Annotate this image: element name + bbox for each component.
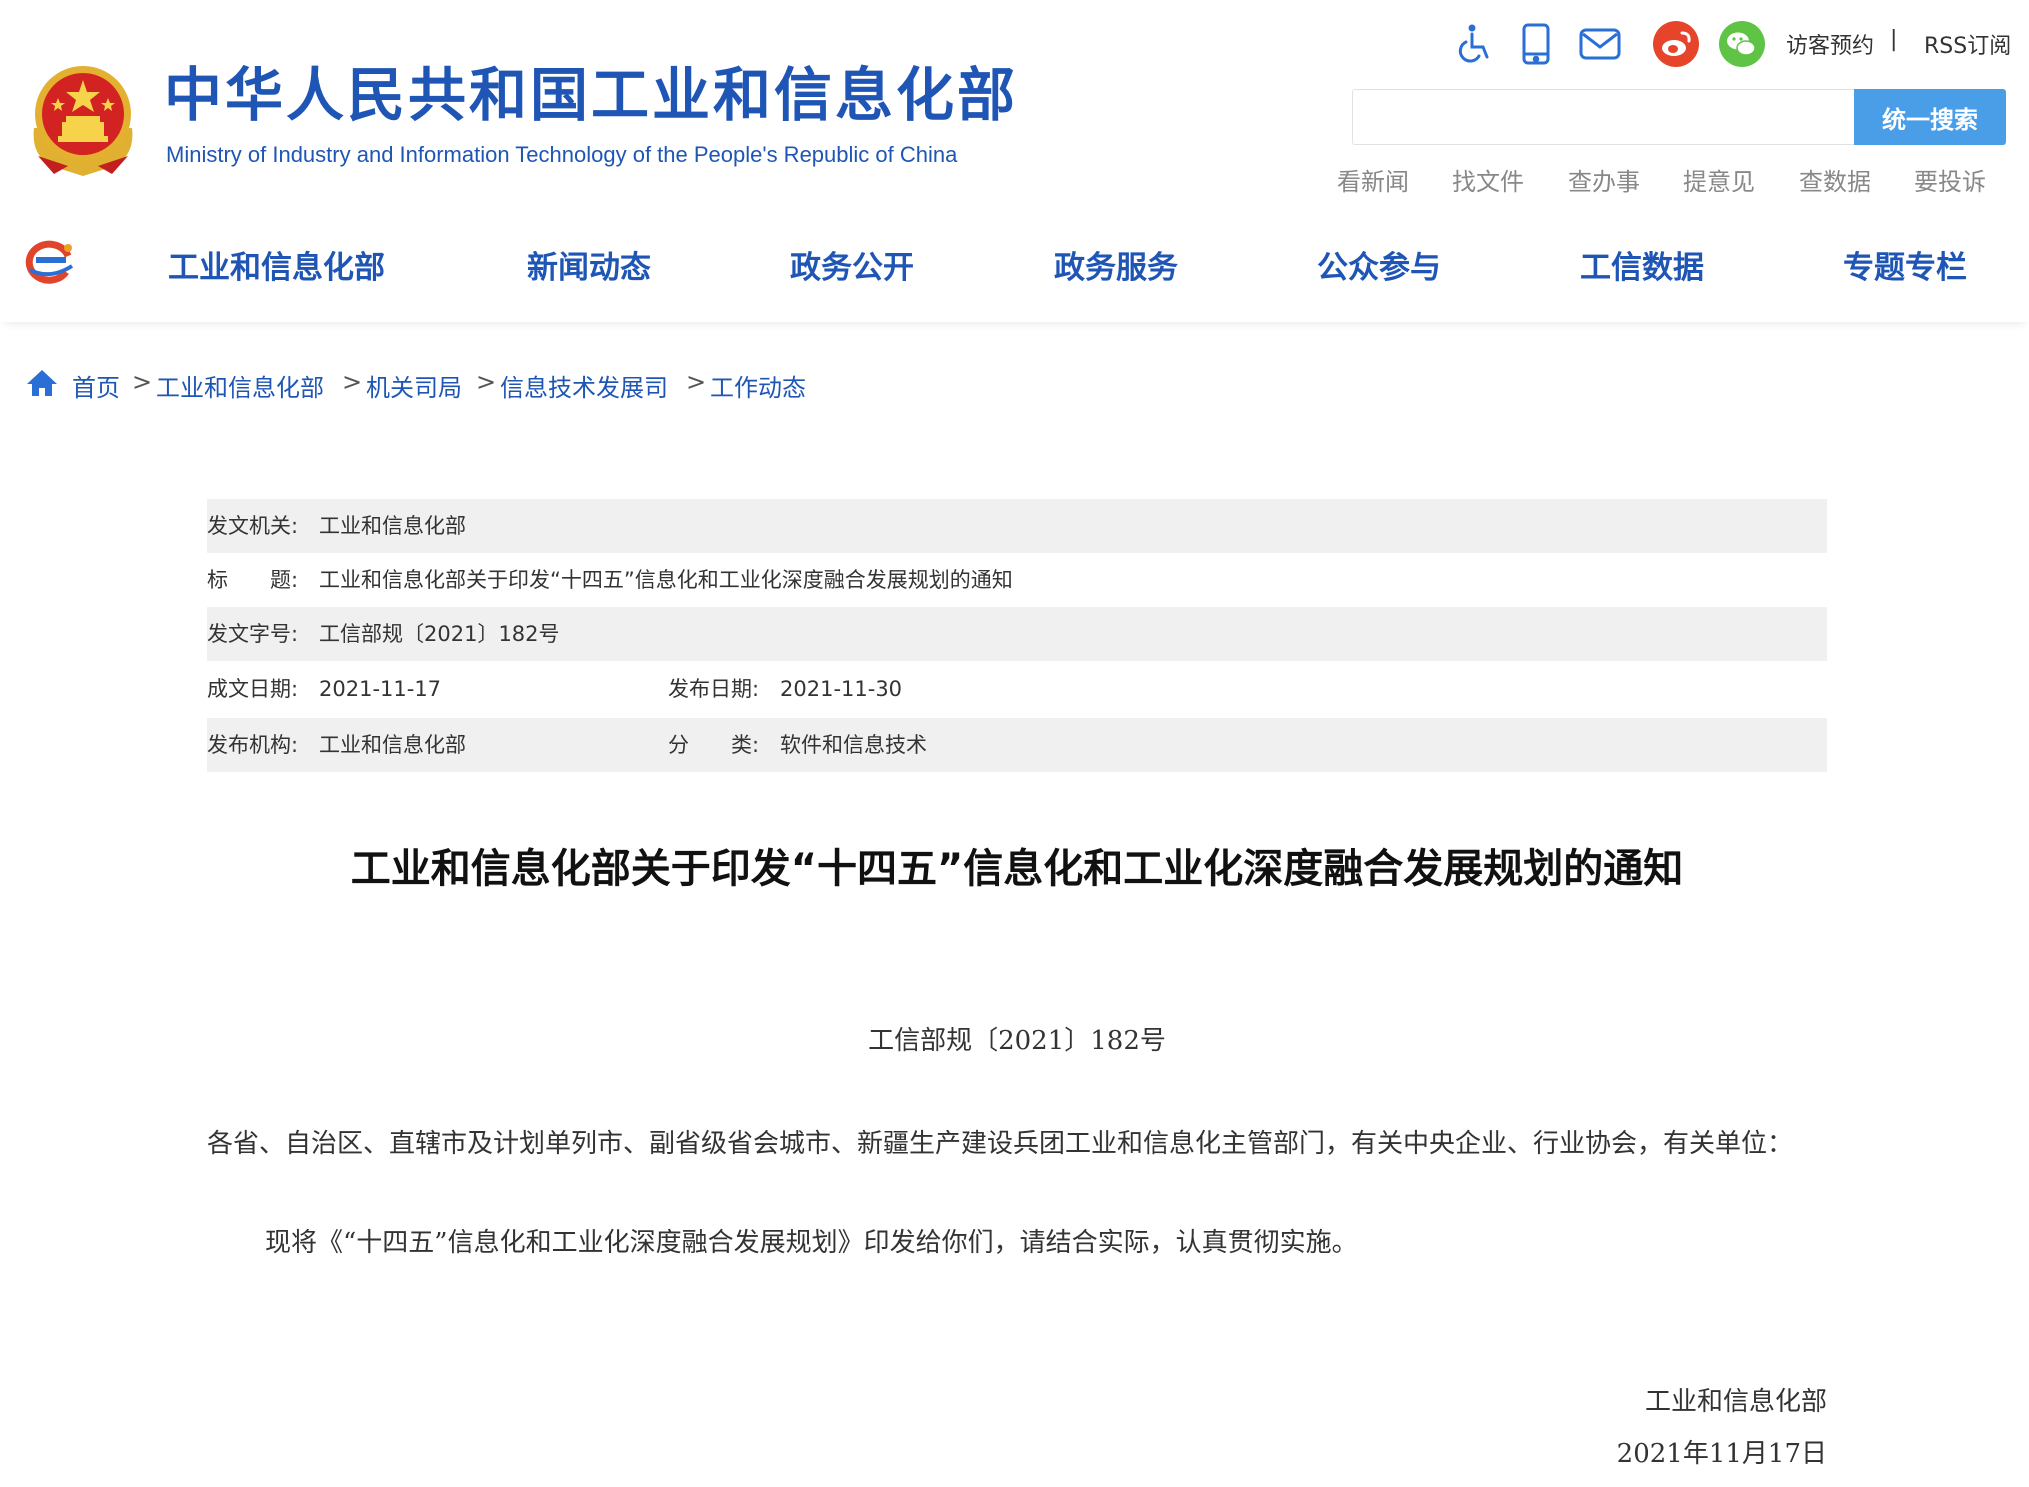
meta-label: 发文机关: <box>207 514 299 538</box>
rss-subscribe-link[interactable]: RSS订阅 <box>1924 28 2011 60</box>
site-title-en[interactable]: Ministry of Industry and Information Tec… <box>166 142 957 168</box>
breadcrumb-ministry[interactable]: 工业和信息化部 <box>156 368 324 403</box>
accessibility-icon[interactable] <box>1450 20 1498 68</box>
search-button[interactable]: 统一搜索 <box>1854 89 2006 145</box>
quick-link-news[interactable]: 看新闻 <box>1337 162 1409 197</box>
signature-organization: 工业和信息化部 <box>1644 1387 1827 1417</box>
quick-link-complaints[interactable]: 要投诉 <box>1914 162 1986 197</box>
meta-row-agency: 发布机构: 工业和信息化部 分 类: 软件和信息技术 <box>207 718 1827 772</box>
meta-label: 成文日期: <box>207 677 299 701</box>
meta-row-issuer: 发文机关: 工业和信息化部 <box>207 499 1827 553</box>
meta-value: 工业和信息化部 <box>319 514 466 538</box>
meta-value: 工信部规〔2021〕182号 <box>319 622 560 646</box>
toplink-separator: | <box>1890 27 1898 52</box>
breadcrumb-separator: > <box>342 368 363 396</box>
breadcrumb-departments[interactable]: 机关司局 <box>366 368 462 403</box>
meta-value: 软件和信息技术 <box>780 733 927 757</box>
mail-icon[interactable] <box>1576 20 1624 68</box>
document-recipients: 各省、自治区、直辖市及计划单列市、副省级省会城市、新疆生产建设兵团工业和信息化主… <box>207 1129 1794 1159</box>
quick-link-services[interactable]: 查办事 <box>1568 162 1640 197</box>
quick-link-files[interactable]: 找文件 <box>1452 162 1524 197</box>
nav-item-public-participation[interactable]: 公众参与 <box>1317 242 1441 287</box>
home-icon[interactable] <box>26 368 58 398</box>
meta-label: 发文字号: <box>207 622 299 646</box>
nav-item-special-topics[interactable]: 专题专栏 <box>1843 242 1967 287</box>
national-emblem-logo[interactable] <box>24 58 142 180</box>
site-title-cn[interactable]: 中华人民共和国工业和信息化部 <box>164 66 1018 124</box>
meta-label: 发布机构: <box>207 733 299 757</box>
document-number: 工信部规〔2021〕182号 <box>868 1026 1166 1056</box>
nav-item-ministry[interactable]: 工业和信息化部 <box>168 242 385 287</box>
nav-item-government-affairs[interactable]: 政务公开 <box>790 242 914 287</box>
mobile-icon[interactable] <box>1512 20 1560 68</box>
quick-link-suggestions[interactable]: 提意见 <box>1683 162 1755 197</box>
meta-row-title: 标 题: 工业和信息化部关于印发“十四五”信息化和工业化深度融合发展规划的通知 <box>207 553 1827 607</box>
meta-label: 发布日期: <box>668 677 760 701</box>
breadcrumb-it-department[interactable]: 信息技术发展司 <box>500 368 668 403</box>
meta-label: 分 类: <box>668 733 760 757</box>
visitor-appointment-link[interactable]: 访客预约 <box>1786 28 1874 60</box>
signature-date: 2021年11月17日 <box>1616 1439 1827 1469</box>
weibo-icon[interactable] <box>1652 20 1700 68</box>
meta-row-dates: 成文日期: 2021-11-17 发布日期: 2021-11-30 <box>207 662 1827 716</box>
nav-item-government-services[interactable]: 政务服务 <box>1054 242 1178 287</box>
document-title: 工业和信息化部关于印发“十四五”信息化和工业化深度融合发展规划的通知 <box>350 846 1684 892</box>
breadcrumb-separator: > <box>132 368 153 396</box>
breadcrumb-separator: > <box>476 368 497 396</box>
meta-value: 工业和信息化部关于印发“十四五”信息化和工业化深度融合发展规划的通知 <box>319 568 1013 592</box>
nav-item-data[interactable]: 工信数据 <box>1580 242 1704 287</box>
meta-value: 工业和信息化部 <box>319 733 466 757</box>
ministry-logo-icon[interactable] <box>22 236 78 284</box>
meta-row-doc-number: 发文字号: 工信部规〔2021〕182号 <box>207 607 1827 661</box>
meta-value: 2021-11-30 <box>780 677 903 701</box>
breadcrumb-separator: > <box>686 368 707 396</box>
wechat-icon[interactable] <box>1718 20 1766 68</box>
breadcrumb-home[interactable]: 首页 <box>72 368 120 403</box>
nav-item-news[interactable]: 新闻动态 <box>527 242 651 287</box>
search-input[interactable] <box>1352 89 1854 145</box>
quick-link-data[interactable]: 查数据 <box>1799 162 1871 197</box>
document-body-paragraph: 现将《“十四五”信息化和工业化深度融合发展规划》印发给你们，请结合实际，认真贯彻… <box>265 1228 1358 1258</box>
breadcrumb-work-news[interactable]: 工作动态 <box>710 368 806 403</box>
meta-value: 2021-11-17 <box>319 677 442 701</box>
meta-label: 标 题: <box>207 568 299 592</box>
